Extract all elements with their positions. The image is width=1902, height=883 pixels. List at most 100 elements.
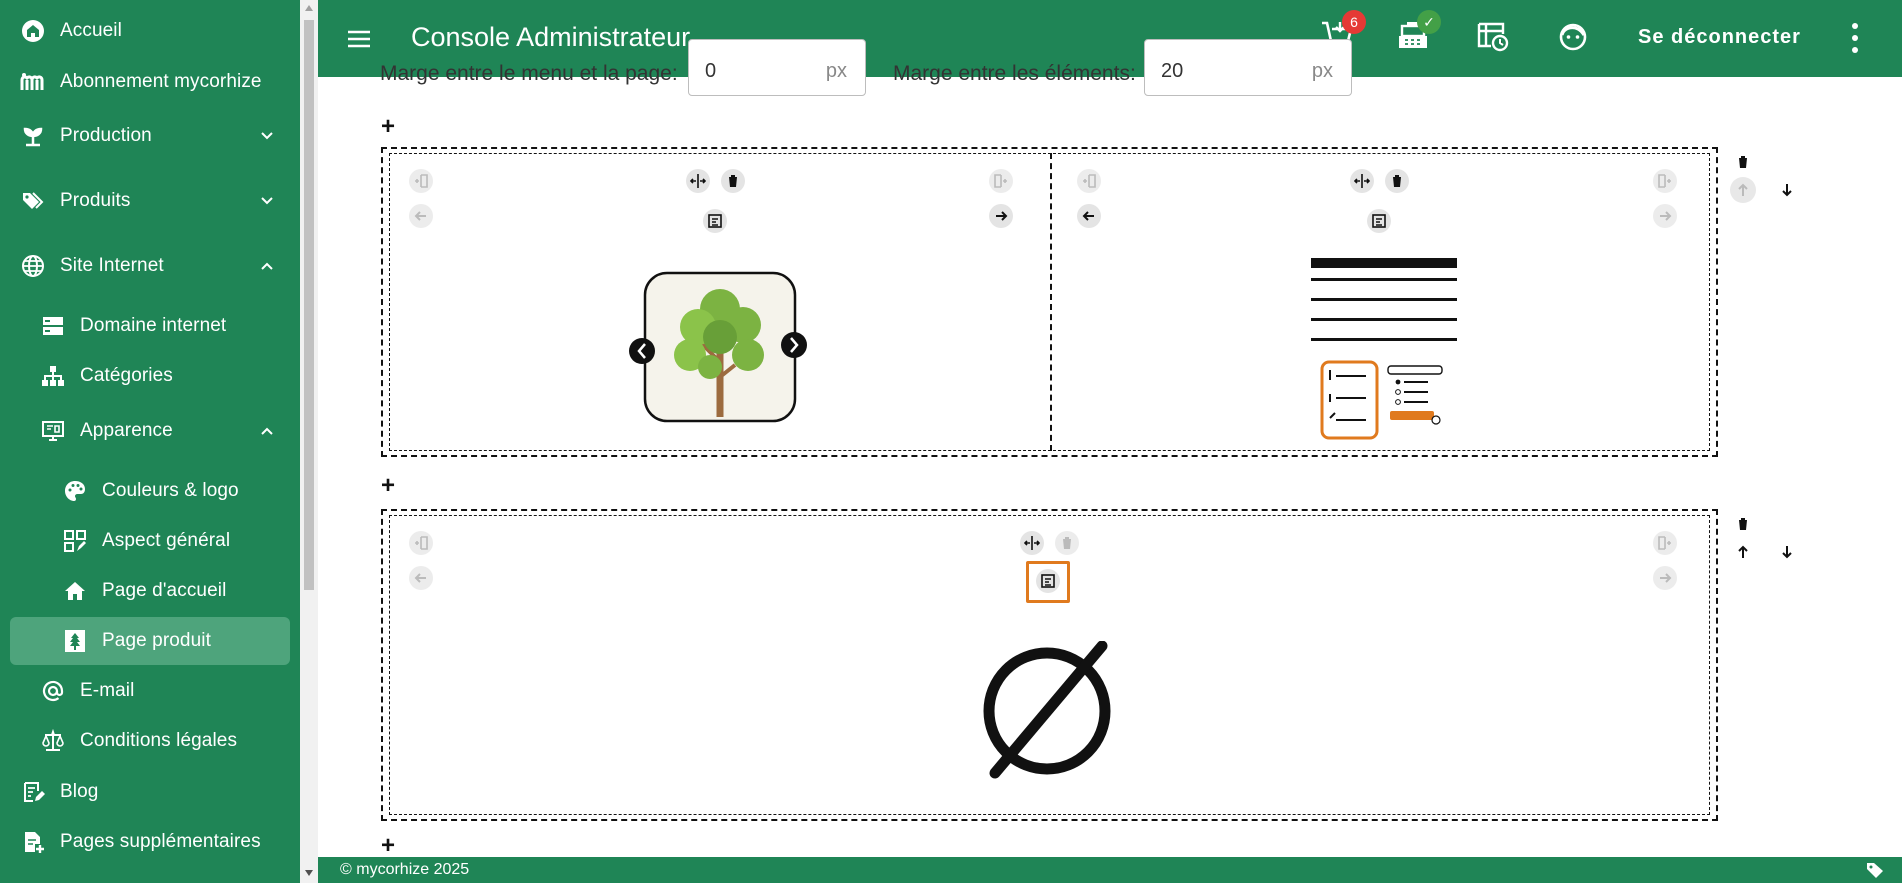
scroll-down-arrow-icon[interactable] [304, 868, 314, 878]
scrollbar-thumb[interactable] [304, 20, 314, 590]
chevron-up-icon [261, 262, 273, 270]
move-column-left-button[interactable] [409, 204, 433, 228]
sidebar-item-label: Apparence [80, 420, 173, 441]
trash-icon [728, 175, 738, 187]
move-column-right-button[interactable] [1653, 566, 1677, 590]
arrow-left-icon [414, 211, 426, 221]
sidebar-item-label: Domaine internet [80, 315, 227, 336]
product-description-block[interactable] [1303, 254, 1463, 449]
schedule-button[interactable] [1473, 16, 1513, 56]
resize-horizontal-icon [1354, 174, 1370, 188]
palette-icon [62, 478, 88, 504]
hamburger-menu-icon[interactable] [342, 22, 376, 56]
sidebar-item-label: Accueil [60, 20, 122, 41]
cart-count-badge: 6 [1342, 10, 1366, 34]
move-section-up-button[interactable] [1730, 177, 1756, 203]
sidebar-item-page-accueil[interactable]: Page d'accueil [10, 567, 290, 615]
add-section-button[interactable]: + [381, 113, 395, 141]
delete-section-button[interactable] [1730, 149, 1756, 175]
sidebar-scrollbar[interactable] [300, 0, 318, 883]
arrow-up-icon [1738, 183, 1748, 196]
sidebar-item-page-produit[interactable]: Page produit [10, 617, 290, 665]
margin-menu-input[interactable]: 0 px [688, 39, 866, 96]
home-circle-icon [20, 18, 46, 44]
add-section-button[interactable]: + [381, 472, 395, 500]
sidebar-item-apparence[interactable]: Apparence [10, 407, 290, 455]
delete-section-button[interactable] [1730, 511, 1756, 537]
column-add-right-icon [994, 174, 1007, 188]
move-column-left-button[interactable] [1077, 204, 1101, 228]
resize-column-button[interactable] [686, 169, 710, 193]
sidebar-item-production[interactable]: Production [10, 112, 290, 160]
move-column-left-button[interactable] [409, 566, 433, 590]
globe-icon [20, 253, 46, 279]
margin-elements-input[interactable]: 20 px [1144, 39, 1352, 96]
sidebar-item-label: E-mail [80, 680, 135, 701]
add-column-left-button[interactable] [409, 169, 433, 193]
move-section-up-button[interactable] [1730, 539, 1756, 565]
register-status-badge: ✓ [1417, 10, 1441, 34]
sidebar-item-label: Couleurs & logo [102, 480, 239, 501]
add-column-right-button[interactable] [1653, 169, 1677, 193]
sidebar-item-aspect-general[interactable]: Aspect général [10, 517, 290, 565]
sidebar-item-label: Page d'accueil [102, 580, 227, 601]
page-add-icon [20, 829, 46, 855]
sidebar-item-domaine-internet[interactable]: Domaine internet [10, 302, 290, 350]
move-section-down-button[interactable] [1774, 539, 1800, 565]
block-settings-button[interactable] [703, 209, 727, 233]
sidebar-item-label: Conditions légales [80, 730, 238, 751]
sidebar-item-blog[interactable]: Blog [10, 768, 290, 816]
sidebar-item-label: Production [60, 125, 152, 146]
cash-register-button[interactable]: ✓ [1393, 10, 1441, 56]
more-vert-icon[interactable] [1848, 20, 1862, 56]
sidebar-item-label: Catégories [80, 365, 173, 386]
tag-icon[interactable] [1866, 861, 1884, 879]
resize-horizontal-icon [1024, 536, 1040, 550]
resize-column-button[interactable] [1020, 531, 1044, 555]
sidebar-item-site-internet[interactable]: Site Internet [10, 242, 290, 290]
trash-icon [1062, 537, 1072, 549]
scale-icon [40, 728, 66, 754]
add-section-button[interactable]: + [381, 832, 395, 860]
product-image-carousel[interactable] [628, 267, 808, 427]
arrow-left-icon [414, 573, 426, 583]
delete-column-button[interactable] [1385, 169, 1409, 193]
margin-elements-label: Marge entre les éléments: [893, 62, 1136, 85]
block-settings-button[interactable] [1367, 209, 1391, 233]
empty-set-icon [983, 641, 1111, 779]
delete-column-button[interactable] [1055, 531, 1079, 555]
add-column-left-button[interactable] [1077, 169, 1101, 193]
support-button[interactable] [1553, 16, 1593, 56]
block-settings-icon [1372, 214, 1386, 228]
add-column-right-button[interactable] [989, 169, 1013, 193]
move-column-right-button[interactable] [989, 204, 1013, 228]
block-settings-button[interactable] [1036, 569, 1060, 593]
sidebar-item-label: Produits [60, 190, 131, 211]
sidebar-item-label: Page produit [102, 630, 211, 651]
margin-elements-value: 20 [1161, 60, 1184, 82]
delete-column-button[interactable] [721, 169, 745, 193]
sidebar-item-label: Aspect général [102, 530, 231, 551]
sidebar-item-pages-supplementaires[interactable]: Pages supplémentaires [10, 818, 290, 866]
column-add-left-icon [415, 536, 428, 550]
column-add-left-icon [1083, 174, 1096, 188]
trash-icon [1392, 175, 1402, 187]
move-column-right-button[interactable] [1653, 204, 1677, 228]
sidebar-item-produits[interactable]: Produits [10, 177, 290, 225]
footer-copyright: © mycorhize 2025 [340, 861, 470, 878]
sidebar-item-couleurs-logo[interactable]: Couleurs & logo [10, 467, 290, 515]
sidebar-item-email[interactable]: E-mail [10, 667, 290, 715]
house-icon [62, 578, 88, 604]
scroll-up-arrow-icon[interactable] [304, 3, 314, 13]
add-column-right-button[interactable] [1653, 531, 1677, 555]
sidebar-item-conditions-legales[interactable]: Conditions légales [10, 717, 290, 765]
move-section-down-button[interactable] [1774, 177, 1800, 203]
resize-column-button[interactable] [1350, 169, 1374, 193]
sidebar-item-accueil[interactable]: Accueil [10, 7, 290, 55]
logout-button[interactable]: Se déconnecter [1638, 26, 1801, 49]
sidebar-item-abonnement[interactable]: Abonnement mycorhize [10, 58, 290, 106]
tree-page-icon [62, 628, 88, 654]
sidebar-item-categories[interactable]: Catégories [10, 352, 290, 400]
footer: © mycorhize 2025 [318, 857, 1902, 883]
add-column-left-button[interactable] [409, 531, 433, 555]
